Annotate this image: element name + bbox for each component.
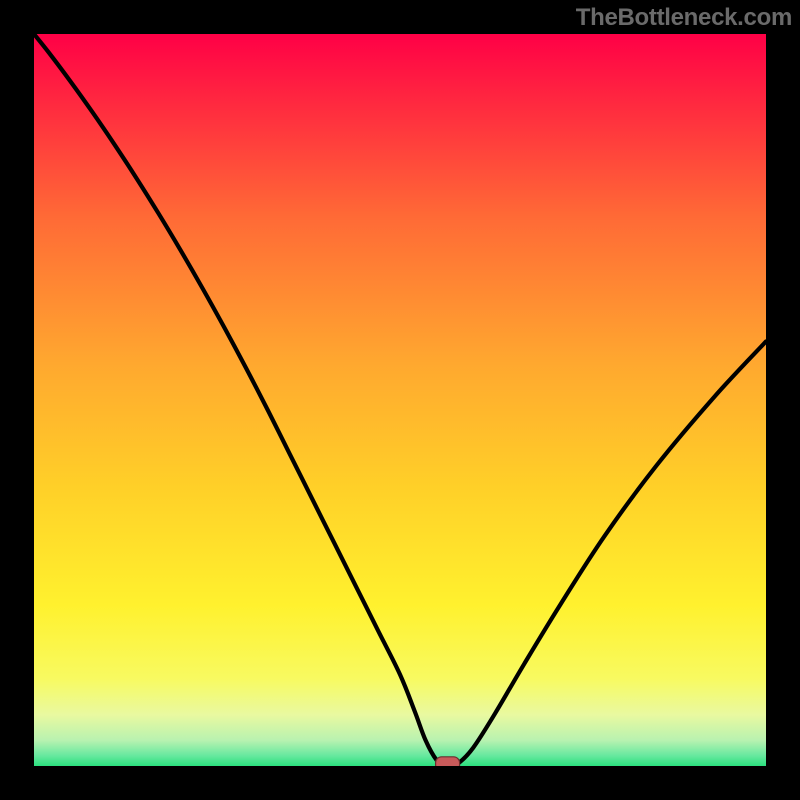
- watermark-text: TheBottleneck.com: [576, 4, 792, 32]
- gradient-background: [34, 34, 766, 766]
- bottleneck-chart: TheBottleneck.com: [0, 0, 800, 800]
- chart-svg: [0, 0, 800, 800]
